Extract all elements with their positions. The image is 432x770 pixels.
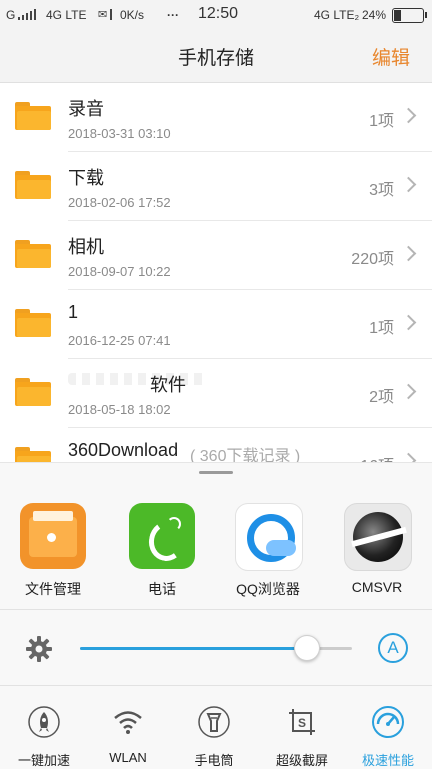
chevron-right-icon	[400, 383, 417, 400]
folder-count: 2项	[369, 389, 394, 406]
folder-name: 1	[68, 302, 79, 322]
app-cmsvr[interactable]: CMSVR	[332, 503, 422, 598]
folder-date: 2018-05-18 18:02	[68, 402, 171, 417]
folder-name: 360Download	[68, 440, 179, 460]
control-panel: 文件管理 电话 QQ浏览器 CMSVR A 一键加速 WLAN 手电筒 S 超级…	[0, 462, 432, 769]
battery-icon	[392, 8, 427, 23]
redacted-text	[68, 373, 208, 385]
folder-count: 3项	[369, 182, 394, 199]
signal-icon	[18, 9, 40, 20]
folder-subtitle: ( 360下载记录 )	[190, 448, 301, 463]
folder-list: 录音 2018-03-31 03:10 1项 下载 2018-02-06 17:…	[0, 83, 432, 463]
drag-handle[interactable]	[199, 471, 233, 474]
folder-icon	[15, 447, 51, 463]
cmsvr-icon	[344, 503, 412, 571]
folder-date: 2018-09-07 10:22	[68, 264, 171, 279]
phone-icon	[129, 503, 195, 569]
toggle-performance[interactable]: 极速性能	[348, 686, 428, 770]
folder-icon	[15, 102, 51, 130]
app-label: QQ浏览器	[236, 581, 300, 597]
brightness-row: A	[0, 609, 432, 686]
toggle-label: 极速性能	[361, 753, 414, 768]
folder-name: 下载	[68, 168, 104, 188]
folder-icon	[15, 309, 51, 337]
screenshot-icon: S	[289, 709, 315, 735]
list-item[interactable]: 相机 2018-09-07 10:22 220项	[0, 221, 432, 290]
brightness-fill	[80, 647, 306, 650]
battery-label: 24%	[362, 8, 387, 22]
toggle-wlan[interactable]: WLAN	[88, 686, 168, 770]
app-label: 文件管理	[25, 581, 81, 597]
folder-date: 2018-03-31 03:10	[68, 126, 171, 141]
qq-browser-icon	[235, 503, 303, 571]
rocket-icon	[28, 706, 60, 738]
list-item[interactable]: 1 2016-12-25 07:41 1项	[0, 290, 432, 359]
page-title: 手机存储	[177, 48, 254, 69]
app-label: 电话	[148, 581, 176, 597]
toggle-screenshot[interactable]: S 超级截屏	[262, 686, 342, 770]
sim-label: G	[6, 8, 16, 22]
toggle-label: WLAN	[109, 750, 147, 765]
folder-count: 220项	[351, 251, 394, 268]
network-label: 4G LTE	[46, 8, 87, 22]
folder-count: 1项	[369, 320, 394, 337]
list-item[interactable]: 下载 2018-02-06 17:52 3项	[0, 152, 432, 221]
list-item[interactable]: 录音 2018-03-31 03:10 1项	[0, 83, 432, 152]
list-item[interactable]: 软件 2018-05-18 18:02 2项	[0, 359, 432, 428]
clock: 12:50	[198, 5, 239, 22]
brightness-thumb[interactable]	[293, 635, 320, 661]
app-file-manager[interactable]: 文件管理	[8, 503, 98, 598]
toggle-flashlight[interactable]: 手电筒	[174, 686, 254, 770]
toggle-label: 超级截屏	[275, 753, 328, 768]
settings-gear-icon[interactable]	[26, 636, 52, 662]
folder-date: 2016-12-25 07:41	[68, 333, 171, 348]
more-icon: ···	[167, 8, 179, 22]
network-right-label: 4G LTE₂	[314, 8, 360, 22]
toggle-label: 手电筒	[194, 753, 234, 768]
chevron-right-icon	[400, 245, 417, 262]
brightness-slider[interactable]	[80, 635, 352, 661]
app-phone[interactable]: 电话	[117, 503, 207, 598]
folder-name: 录音	[68, 99, 104, 119]
signal-icon-2	[110, 9, 118, 20]
status-bar: G 4G LTE ✉ 0K/s ··· 12:50 4G LTE₂ 24%	[0, 0, 432, 30]
app-qq-browser[interactable]: QQ浏览器	[223, 503, 313, 598]
toggle-speedup[interactable]: 一键加速	[4, 686, 84, 770]
app-header: 手机存储 编辑	[0, 30, 432, 83]
folder-icon	[15, 171, 51, 199]
wifi-icon	[114, 711, 142, 734]
chevron-right-icon	[400, 107, 417, 124]
folder-icon	[15, 240, 51, 268]
folder-count: 1项	[369, 113, 394, 130]
speed-label: 0K/s	[120, 8, 145, 22]
quick-toggles: 一键加速 WLAN 手电筒 S 超级截屏 极速性能	[0, 685, 432, 770]
folder-icon	[15, 378, 51, 406]
notification-icon: ✉	[98, 9, 108, 21]
chevron-right-icon	[400, 314, 417, 331]
svg-text:S: S	[298, 716, 306, 730]
chevron-right-icon	[400, 176, 417, 193]
auto-brightness-button[interactable]: A	[378, 633, 408, 663]
folder-date: 2018-02-06 17:52	[68, 195, 171, 210]
file-manager-icon	[20, 503, 86, 569]
app-label: CMSVR	[351, 579, 403, 595]
folder-name: 软件	[150, 375, 186, 395]
edit-button[interactable]: 编辑	[372, 43, 410, 70]
list-item[interactable]: 360Download ( 360下载记录 ) 16项	[0, 428, 432, 463]
folder-name: 相机	[68, 237, 104, 257]
speed-icon	[372, 706, 404, 738]
flashlight-icon	[198, 706, 230, 738]
